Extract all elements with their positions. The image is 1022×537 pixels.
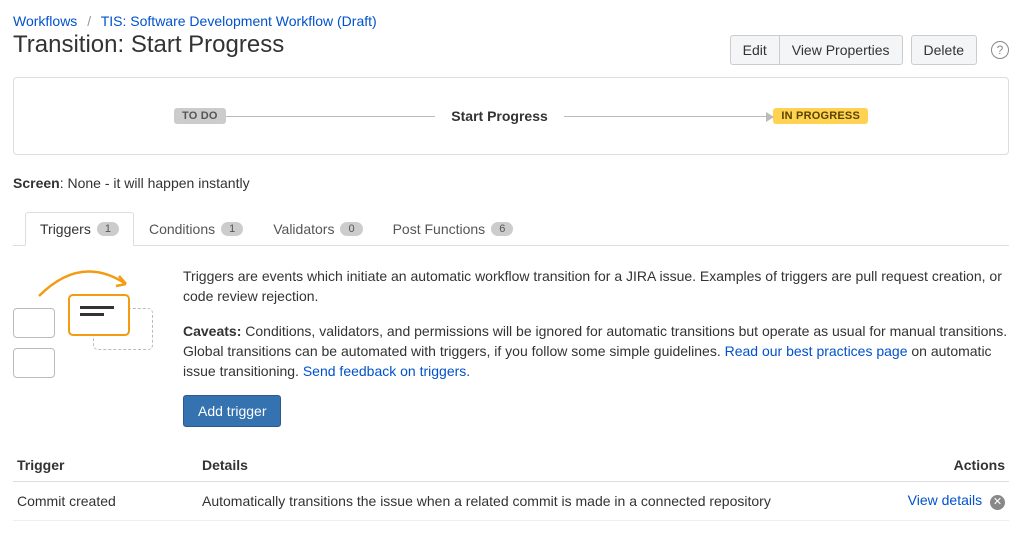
view-properties-button[interactable]: View Properties	[779, 35, 903, 65]
cell-trigger-details: Automatically transitions the issue when…	[198, 482, 889, 521]
card-highlight-icon	[68, 294, 130, 336]
tab-validators[interactable]: Validators 0	[258, 212, 377, 246]
tab-validators-label: Validators	[273, 221, 334, 237]
tab-validators-count: 0	[340, 222, 362, 236]
breadcrumb-root[interactable]: Workflows	[13, 13, 77, 29]
remove-icon[interactable]: ✕	[990, 495, 1005, 510]
card-small-icon	[13, 348, 55, 378]
tab-conditions-count: 1	[221, 222, 243, 236]
page-title: Transition: Start Progress	[13, 31, 284, 59]
breadcrumb-workflow[interactable]: TIS: Software Development Workflow (Draf…	[101, 13, 377, 29]
tab-conditions[interactable]: Conditions 1	[134, 212, 258, 246]
screen-label: Screen	[13, 175, 60, 191]
diagram-line-left	[226, 116, 436, 117]
breadcrumb-separator: /	[87, 13, 91, 29]
cell-trigger-name: Commit created	[13, 482, 198, 521]
col-details: Details	[198, 449, 889, 482]
header-actions: Edit View Properties Delete ?	[730, 35, 1009, 65]
best-practices-link[interactable]: Read our best practices page	[725, 343, 908, 359]
view-details-link[interactable]: View details	[908, 492, 982, 508]
triggers-description: Triggers are events which initiate an au…	[183, 266, 1009, 427]
status-from: TO DO	[174, 108, 226, 124]
arrowhead-icon	[766, 112, 774, 122]
tab-post-functions-label: Post Functions	[393, 221, 486, 237]
tab-triggers-count: 1	[97, 222, 119, 236]
add-trigger-button[interactable]: Add trigger	[183, 395, 281, 427]
triggers-table: Trigger Details Actions Commit created A…	[13, 449, 1009, 521]
delete-button[interactable]: Delete	[911, 35, 977, 65]
screen-info: Screen: None - it will happen instantly	[13, 175, 1009, 191]
caveats-label: Caveats:	[183, 323, 241, 339]
diagram-line-right	[564, 116, 774, 117]
col-actions: Actions	[889, 449, 1009, 482]
tab-bar: Triggers 1 Conditions 1 Validators 0 Pos…	[13, 211, 1009, 246]
tab-triggers-label: Triggers	[40, 221, 91, 237]
tab-post-functions[interactable]: Post Functions 6	[378, 212, 529, 246]
tab-triggers[interactable]: Triggers 1	[25, 212, 134, 246]
card-small-icon	[13, 308, 55, 338]
edit-view-group: Edit View Properties	[730, 35, 903, 65]
transition-name: Start Progress	[435, 108, 563, 124]
description-caveats: Caveats: Conditions, validators, and per…	[183, 321, 1009, 382]
edit-button[interactable]: Edit	[730, 35, 779, 65]
triggers-illustration	[13, 266, 163, 386]
status-to: IN PROGRESS	[773, 108, 868, 124]
col-trigger: Trigger	[13, 449, 198, 482]
description-intro: Triggers are events which initiate an au…	[183, 266, 1009, 307]
help-icon[interactable]: ?	[991, 41, 1009, 59]
tab-post-functions-count: 6	[491, 222, 513, 236]
breadcrumb: Workflows / TIS: Software Development Wo…	[13, 13, 1009, 29]
table-row: Commit created Automatically transitions…	[13, 482, 1009, 521]
transition-diagram: TO DO Start Progress IN PROGRESS	[13, 77, 1009, 155]
tab-conditions-label: Conditions	[149, 221, 215, 237]
feedback-link[interactable]: Send feedback on triggers.	[303, 363, 470, 379]
screen-value: : None - it will happen instantly	[60, 175, 250, 191]
